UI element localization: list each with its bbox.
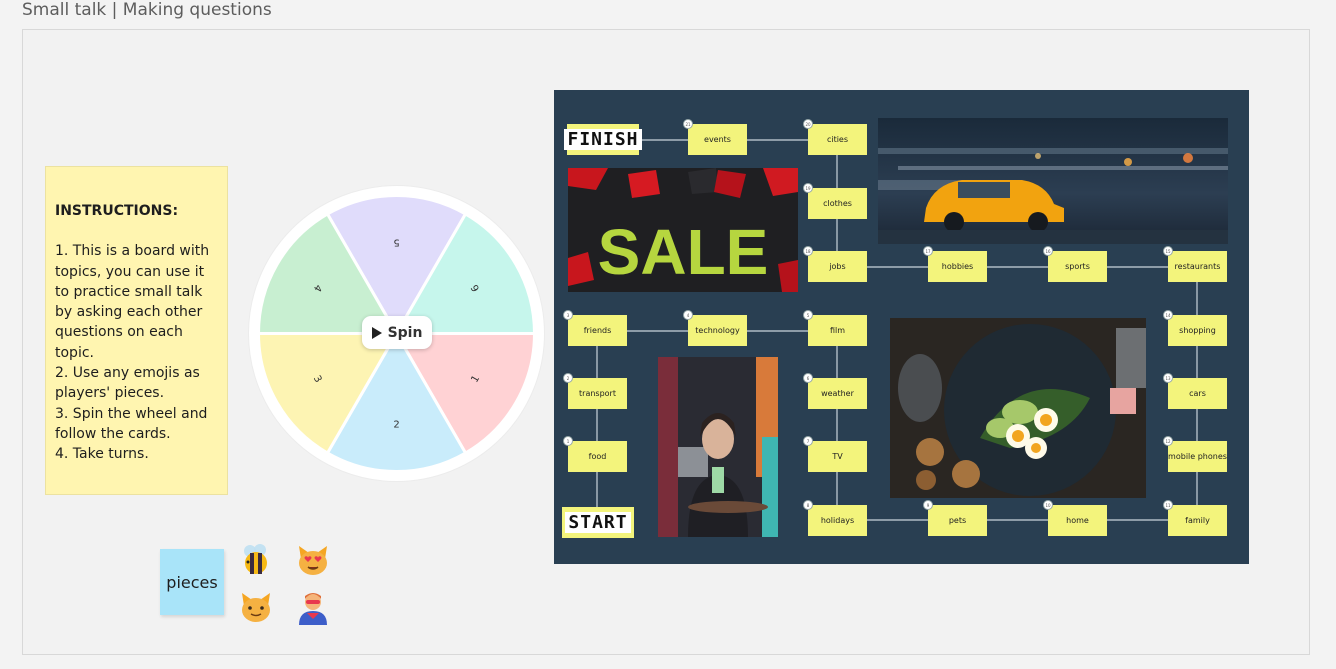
card-number: 4 — [683, 310, 693, 320]
sale-sign-photo: SALE — [568, 168, 798, 292]
topic-card[interactable]: 16 sports — [1043, 246, 1107, 282]
card-label: cars — [1189, 389, 1206, 398]
instruction-line-1: 1. This is a board with topics, you can … — [55, 243, 210, 361]
finish-label: FINISH — [564, 129, 642, 150]
finish-card: FINISH — [564, 124, 642, 155]
card-number: 8 — [803, 500, 813, 510]
card-number: 18 — [803, 246, 813, 256]
card-label: weather — [821, 389, 854, 398]
card-number: 5 — [803, 310, 813, 320]
card-label: film — [829, 326, 846, 335]
bee-emoji[interactable] — [238, 542, 274, 578]
start-card: START — [562, 507, 634, 538]
card-label: sports — [1065, 262, 1090, 271]
card-number: 15 — [1163, 246, 1173, 256]
card-number: 9 — [923, 500, 933, 510]
card-label: shopping — [1179, 326, 1216, 335]
card-label: holidays — [820, 516, 855, 525]
topic-card[interactable]: 13 cars — [1163, 373, 1227, 409]
card-number: 20 — [803, 119, 813, 129]
start-label: START — [565, 512, 631, 533]
instructions-title: INSTRUCTIONS: — [55, 203, 179, 219]
wheel-segment-label: 2 — [393, 420, 399, 431]
card-label: cities — [826, 135, 849, 144]
card-number: 6 — [803, 373, 813, 383]
instruction-line-2: 2. Use any emojis as players' pieces. — [55, 365, 200, 402]
card-label: home — [1066, 516, 1089, 525]
page-title: Small talk | Making questions — [22, 0, 272, 20]
card-label: jobs — [829, 262, 846, 271]
topic-card[interactable]: 17 hobbies — [923, 246, 987, 282]
card-number: 10 — [1043, 500, 1053, 510]
topic-card[interactable]: 18 jobs — [803, 246, 867, 282]
spin-label: Spin — [387, 324, 423, 341]
card-label: food — [588, 452, 607, 461]
topic-card[interactable]: 7 TV — [803, 436, 867, 472]
card-number: 7 — [803, 436, 813, 446]
card-label: restaurants — [1174, 262, 1221, 271]
card-number: 19 — [803, 183, 813, 193]
card-number: 2 — [563, 373, 573, 383]
topic-card[interactable]: 10 home — [1043, 500, 1107, 536]
topic-card[interactable]: 5 film — [803, 310, 867, 346]
topic-card[interactable]: 3 friends — [563, 310, 627, 346]
superhero-emoji[interactable] — [295, 589, 331, 625]
topic-card[interactable]: 19 clothes — [803, 183, 867, 219]
card-number: 17 — [923, 246, 933, 256]
topic-card[interactable]: 2 transport — [563, 373, 627, 409]
card-number: 16 — [1043, 246, 1053, 256]
card-number: 11 — [1163, 500, 1173, 510]
topic-card[interactable]: 20 cities — [803, 119, 867, 155]
card-label: clothes — [823, 199, 852, 208]
person-drinking-cafe-photo — [658, 357, 778, 537]
card-label: TV — [832, 452, 843, 461]
wheel-segment-label: 5 — [393, 236, 399, 247]
topic-card[interactable]: 6 weather — [803, 373, 867, 409]
topic-card[interactable]: 12 mobile phones — [1163, 436, 1227, 472]
spin-button[interactable]: Spin — [362, 316, 432, 349]
topic-card[interactable]: 4 technology — [683, 310, 747, 346]
card-label: transport — [579, 389, 616, 398]
avocado-egg-toast-photo — [890, 318, 1146, 498]
taxi-street-photo — [878, 118, 1228, 244]
card-number: 14 — [1163, 310, 1173, 320]
game-board: START FINISH 1 food 2 transport 3 friends 4… — [554, 90, 1249, 564]
instructions-sticky-note[interactable]: INSTRUCTIONS: 1. This is a board with to… — [45, 166, 228, 495]
card-number: 13 — [1163, 373, 1173, 383]
card-label: hobbies — [941, 262, 974, 271]
pieces-label: pieces — [166, 572, 218, 592]
play-icon — [371, 326, 382, 339]
topic-card[interactable]: 14 shopping — [1163, 310, 1227, 346]
card-number: 1 — [563, 436, 573, 446]
sale-text: SALE — [598, 216, 769, 288]
cat-face-emoji[interactable] — [238, 589, 274, 625]
topic-card[interactable]: 11 family — [1163, 500, 1227, 536]
topic-card[interactable]: 21 events — [683, 119, 747, 155]
pieces-sticky-note[interactable]: pieces — [160, 549, 224, 615]
topic-card[interactable]: 15 restaurants — [1163, 246, 1227, 282]
heart-eyes-cat-emoji[interactable] — [295, 542, 331, 578]
topic-card[interactable]: 9 pets — [923, 500, 987, 536]
card-label: technology — [695, 326, 740, 335]
card-label: mobile phones — [1168, 452, 1227, 461]
card-number: 3 — [563, 310, 573, 320]
topic-card[interactable]: 8 holidays — [803, 500, 867, 536]
instruction-line-4: 4. Take turns. — [55, 446, 149, 463]
card-number: 21 — [683, 119, 693, 129]
card-label: events — [704, 135, 731, 144]
instruction-line-3: 3. Spin the wheel and follow the cards. — [55, 405, 208, 442]
card-label: friends — [583, 326, 612, 335]
card-label: family — [1185, 516, 1210, 525]
card-label: pets — [948, 516, 967, 525]
topic-card[interactable]: 1 food — [563, 436, 627, 472]
card-number: 12 — [1163, 436, 1173, 446]
